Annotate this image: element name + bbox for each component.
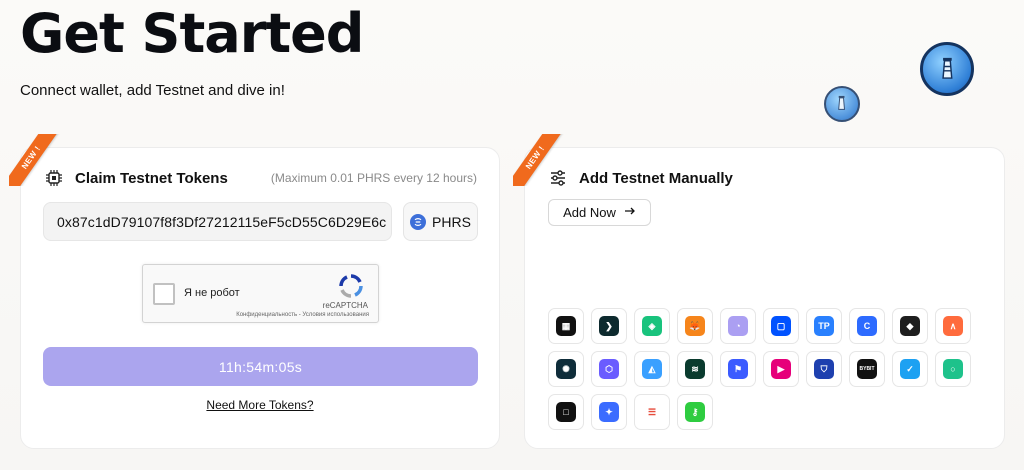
add-now-label: Add Now (563, 205, 616, 220)
need-more-tokens-link[interactable]: Need More Tokens? (21, 398, 499, 412)
lighthouse-badge-icon (920, 42, 974, 96)
wallet-button[interactable]: 🦊 (677, 308, 713, 344)
wallet-button[interactable]: ☰ (634, 394, 670, 430)
lighthouse-small-badge-icon (824, 86, 860, 122)
wallet-button[interactable]: ○ (935, 351, 971, 387)
wallet-button[interactable]: ≋ (677, 351, 713, 387)
manual-card-title: Add Testnet Manually (579, 169, 733, 187)
wallet-button[interactable]: ∧ (935, 308, 971, 344)
claim-card-header: Claim Testnet Tokens (Maximum 0.01 PHRS … (45, 169, 477, 187)
manual-card-header: Add Testnet Manually (549, 169, 982, 187)
cube-wallet-icon: ◭ (642, 359, 662, 379)
square-wallet-icon: □ (556, 402, 576, 422)
add-testnet-card: NEW ! Add Testnet Manually Add Now ▦ ❯ ◈ 🦊 ◔… (513, 134, 1005, 449)
add-now-button[interactable]: Add Now (548, 199, 651, 226)
waves-wallet-icon: ≋ (685, 359, 705, 379)
wallet-button[interactable]: BYBIT (849, 351, 885, 387)
wallet-button[interactable]: □ (548, 394, 584, 430)
metamask-icon: 🦊 (685, 316, 705, 336)
arrow-wallet-icon: ❯ (599, 316, 619, 336)
recaptcha-brand: reCAPTCHA (322, 301, 368, 310)
binance-wallet-icon: ◆ (900, 316, 920, 336)
dots-wallet-icon: ✺ (556, 359, 576, 379)
shield-wallet-icon: ⛉ (814, 359, 834, 379)
arrow-right-icon (624, 205, 636, 220)
key-wallet-icon: ⚷ (685, 402, 705, 422)
coinbase-wallet-icon: ▢ (771, 316, 791, 336)
wallet-button[interactable]: ✦ (591, 394, 627, 430)
wallet-button[interactable]: ⛉ (806, 351, 842, 387)
wallet-button[interactable]: ◔ (720, 308, 756, 344)
wallet-grid: ▦ ❯ ◈ 🦊 ◔ ▢ TP C ◆ ∧ ✺ ⬡ ◭ ≋ ⚑ ▶ ⛉ BYBIT ✓ ○ □ ✦ ☰ ⚷ (548, 308, 978, 430)
bybit-wallet-icon: BYBIT (857, 359, 877, 379)
claim-card-title: Claim Testnet Tokens (75, 169, 228, 187)
wallet-button[interactable]: ⬡ (591, 351, 627, 387)
wallet-button[interactable]: ❯ (591, 308, 627, 344)
claim-tokens-card: NEW ! Claim Testnet Tokens (Maximum 0.01… (9, 134, 500, 449)
wallet-button[interactable]: ✺ (548, 351, 584, 387)
page-subtitle: Connect wallet, add Testnet and dive in! (20, 82, 285, 99)
wallet-button[interactable]: ◭ (634, 351, 670, 387)
play-wallet-icon: ▶ (771, 359, 791, 379)
c-wallet-icon: C (857, 316, 877, 336)
stripes-wallet-icon: ☰ (642, 402, 662, 422)
flag-wallet-icon: ⚑ (728, 359, 748, 379)
chip-icon (45, 169, 63, 187)
recaptcha-label: Я не робот (184, 287, 240, 299)
wallet-button[interactable]: ◈ (634, 308, 670, 344)
wallet-button[interactable]: C (849, 308, 885, 344)
phrs-token-icon (410, 213, 427, 230)
wallet-address-field[interactable]: 0x87c1dD79107f8f3Df27212115eF5cD55C6D29E… (43, 202, 392, 241)
claim-cooldown-button[interactable]: 11h:54m:05s (43, 347, 478, 386)
wallet-button[interactable]: ⚷ (677, 394, 713, 430)
check-wallet-icon: ✓ (900, 359, 920, 379)
wallet-button[interactable]: ⚑ (720, 351, 756, 387)
token-label: PHRS (432, 213, 471, 230)
claim-limit-note: (Maximum 0.01 PHRS every 12 hours) (270, 171, 477, 185)
page-title: Get Started (20, 2, 364, 65)
arc-wallet-icon: ∧ (943, 316, 963, 336)
diamond-wallet-icon: ◈ (642, 316, 662, 336)
wallet-button[interactable]: ✓ (892, 351, 928, 387)
hex-wallet-icon: ⬡ (599, 359, 619, 379)
wallet-button[interactable]: ◆ (892, 308, 928, 344)
recaptcha-terms-link[interactable]: Конфиденциальность - Условия использован… (236, 312, 369, 318)
ring-wallet-icon: ○ (943, 359, 963, 379)
recaptcha-widget: Я не робот reCAPTCHA Конфиденциальность … (142, 264, 379, 323)
tp-wallet-icon: TP (814, 316, 834, 336)
token-select-button[interactable]: PHRS (403, 202, 478, 241)
wallet-button[interactable]: ▦ (548, 308, 584, 344)
wallet-button[interactable]: TP (806, 308, 842, 344)
phantom-icon: ◔ (728, 316, 748, 336)
wallet-button[interactable]: ▶ (763, 351, 799, 387)
sliders-icon (549, 169, 567, 187)
star-wallet-icon: ✦ (599, 402, 619, 422)
wallet-button[interactable]: ▢ (763, 308, 799, 344)
recaptcha-logo-icon (338, 273, 364, 299)
okx-wallet-icon: ▦ (556, 316, 576, 336)
recaptcha-checkbox[interactable] (153, 283, 175, 305)
